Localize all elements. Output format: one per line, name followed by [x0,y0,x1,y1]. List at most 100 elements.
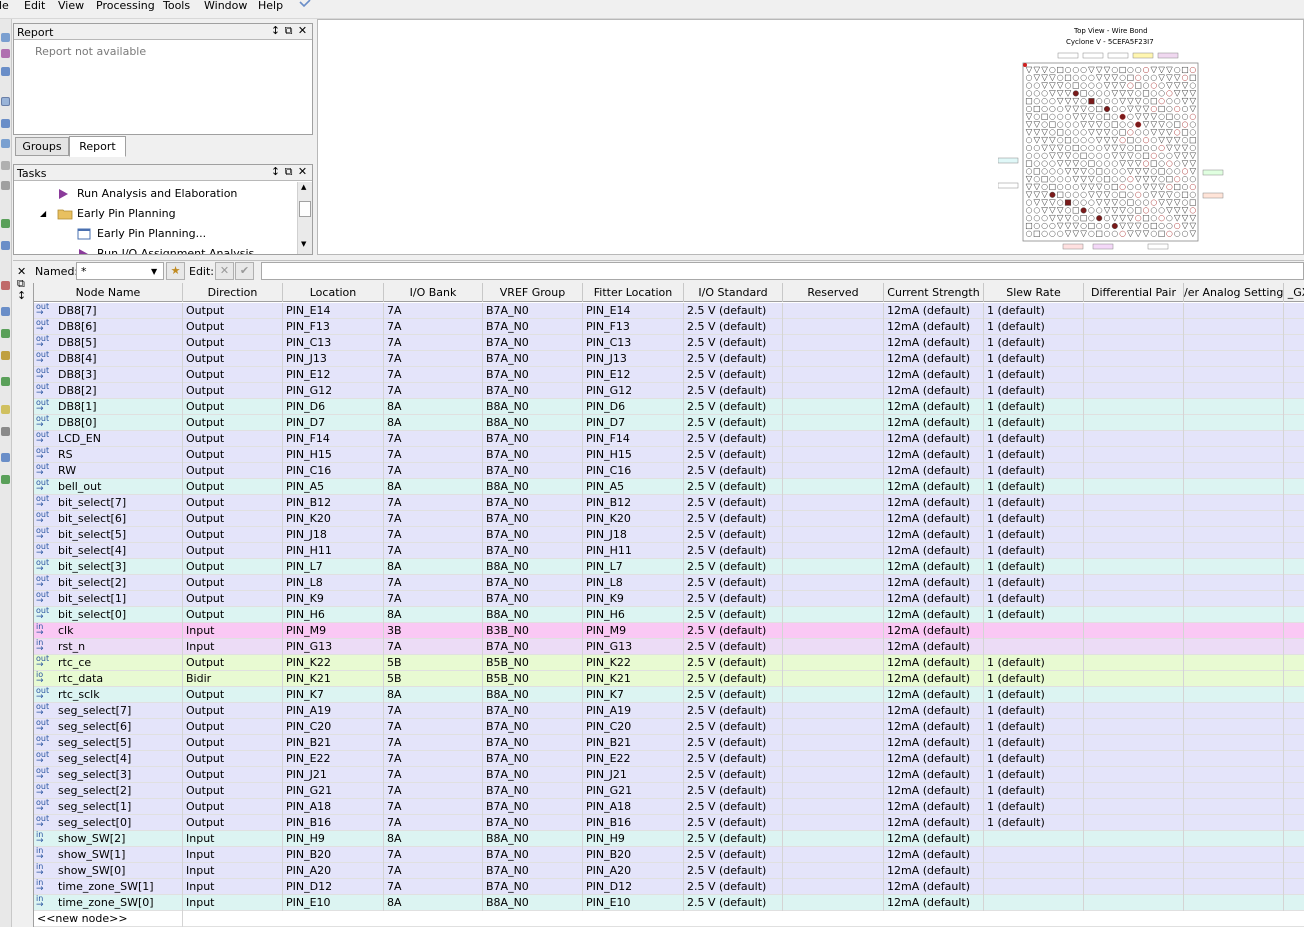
vref-group-cell[interactable]: B8A_N0 [483,479,583,495]
empty-cell[interactable] [1184,639,1284,655]
direction-cell[interactable]: Output [183,495,283,511]
empty-cell[interactable] [1184,751,1284,767]
current-strength-cell[interactable]: 12mA (default) [884,687,984,703]
toolbar-icon[interactable] [1,281,10,290]
empty-cell[interactable] [1084,799,1184,815]
fitter-location-cell[interactable]: PIN_G12 [583,383,684,399]
io-standard-cell[interactable]: 2.5 V (default) [684,399,783,415]
node-name-cell[interactable]: DB8[1] [55,399,183,415]
empty-cell[interactable] [1084,367,1184,383]
io-bank-cell[interactable]: 5B [384,655,483,671]
menu-edit[interactable]: Edit [24,0,45,12]
slew-rate-cell[interactable]: 1 (default) [984,479,1084,495]
empty-cell[interactable] [1184,319,1284,335]
direction-cell[interactable]: Input [183,623,283,639]
direction-cell[interactable]: Output [183,703,283,719]
slew-rate-cell[interactable]: 1 (default) [984,735,1084,751]
io-bank-cell[interactable]: 8A [384,607,483,623]
empty-cell[interactable] [1184,847,1284,863]
empty-cell[interactable] [1184,591,1284,607]
fitter-location-cell[interactable]: PIN_D6 [583,399,684,415]
direction-cell[interactable]: Output [183,447,283,463]
io-standard-cell[interactable]: 2.5 V (default) [684,879,783,895]
empty-cell[interactable] [1184,495,1284,511]
slew-rate-cell[interactable]: 1 (default) [984,495,1084,511]
slew-rate-cell[interactable]: 1 (default) [984,303,1084,319]
close-icon[interactable]: ✕ [297,166,308,178]
slew-rate-cell[interactable]: 1 (default) [984,319,1084,335]
node-name-cell[interactable]: seg_select[7] [55,703,183,719]
fitter-location-cell[interactable]: PIN_B21 [583,735,684,751]
toolbar-icon[interactable] [1,97,10,106]
slew-rate-cell[interactable]: 1 (default) [984,335,1084,351]
fitter-location-cell[interactable]: PIN_E10 [583,895,684,911]
current-strength-cell[interactable]: 12mA (default) [884,751,984,767]
location-cell[interactable]: PIN_G13 [283,639,384,655]
node-name-cell[interactable]: rtc_sclk [55,687,183,703]
location-cell[interactable]: PIN_J21 [283,767,384,783]
slew-rate-cell[interactable]: 1 (default) [984,687,1084,703]
reserved-cell[interactable] [783,687,884,703]
table-row[interactable]: out → seg_select[0] Output PIN_B16 7A B7A_N0 PI… [34,815,1304,831]
direction-cell[interactable]: Output [183,543,283,559]
fitter-location-cell[interactable]: PIN_E14 [583,303,684,319]
empty-cell[interactable] [1184,815,1284,831]
vref-group-cell[interactable]: B7A_N0 [483,511,583,527]
fitter-location-cell[interactable]: PIN_E22 [583,751,684,767]
location-cell[interactable]: PIN_H9 [283,831,384,847]
fitter-location-cell[interactable]: PIN_K21 [583,671,684,687]
empty-cell[interactable] [1084,687,1184,703]
io-bank-cell[interactable]: 7A [384,383,483,399]
empty-cell[interactable] [1184,575,1284,591]
fitter-location-cell[interactable]: PIN_F14 [583,431,684,447]
reserved-cell[interactable] [783,719,884,735]
reserved-cell[interactable] [783,399,884,415]
slew-rate-cell[interactable]: 1 (default) [984,655,1084,671]
reserved-cell[interactable] [783,527,884,543]
current-strength-cell[interactable]: 12mA (default) [884,511,984,527]
current-strength-cell[interactable]: 12mA (default) [884,703,984,719]
node-name-cell[interactable]: show_SW[0] [55,863,183,879]
slew-rate-cell[interactable]: 1 (default) [984,607,1084,623]
current-strength-cell[interactable]: 12mA (default) [884,591,984,607]
vref-group-cell[interactable]: B7A_N0 [483,463,583,479]
reserved-cell[interactable] [783,783,884,799]
reserved-cell[interactable] [783,319,884,335]
toolbar-icon[interactable] [1,219,10,228]
empty-cell[interactable] [1184,687,1284,703]
io-bank-cell[interactable]: 7A [384,495,483,511]
fitter-location-cell[interactable]: PIN_M9 [583,623,684,639]
fitter-location-cell[interactable]: PIN_H9 [583,831,684,847]
node-name-cell[interactable]: clk [55,623,183,639]
current-strength-cell[interactable]: 12mA (default) [884,863,984,879]
io-bank-cell[interactable]: 8A [384,687,483,703]
io-bank-cell[interactable]: 7A [384,751,483,767]
fitter-location-cell[interactable]: PIN_K9 [583,591,684,607]
empty-cell[interactable] [1284,431,1304,447]
io-standard-cell[interactable]: 2.5 V (default) [684,463,783,479]
location-cell[interactable]: PIN_K21 [283,671,384,687]
slew-rate-cell[interactable]: 1 (default) [984,815,1084,831]
table-row[interactable]: out → seg_select[7] Output PIN_A19 7A B7A_N0 PI… [34,703,1304,719]
empty-cell[interactable] [1084,527,1184,543]
new-node-row[interactable]: <<new node>> [34,911,1304,927]
current-strength-cell[interactable]: 12mA (default) [884,735,984,751]
slew-rate-cell[interactable]: 1 (default) [984,543,1084,559]
io-standard-cell[interactable]: 2.5 V (default) [684,863,783,879]
node-name-cell[interactable]: seg_select[1] [55,799,183,815]
location-cell[interactable]: PIN_M9 [283,623,384,639]
io-standard-cell[interactable]: 2.5 V (default) [684,559,783,575]
current-strength-cell[interactable]: 12mA (default) [884,607,984,623]
empty-cell[interactable] [1184,511,1284,527]
location-cell[interactable]: PIN_G12 [283,383,384,399]
slew-rate-cell[interactable] [984,879,1084,895]
direction-cell[interactable]: Output [183,335,283,351]
location-cell[interactable]: PIN_D6 [283,399,384,415]
empty-cell[interactable] [1184,671,1284,687]
toolbar-icon[interactable] [1,33,10,42]
table-row[interactable]: out → bit_select[2] Output PIN_L8 7A B7A_N0 PIN… [34,575,1304,591]
reserved-cell[interactable] [783,863,884,879]
location-cell[interactable]: PIN_B20 [283,847,384,863]
toolbar-icon[interactable] [1,427,10,436]
location-cell[interactable]: PIN_B16 [283,815,384,831]
